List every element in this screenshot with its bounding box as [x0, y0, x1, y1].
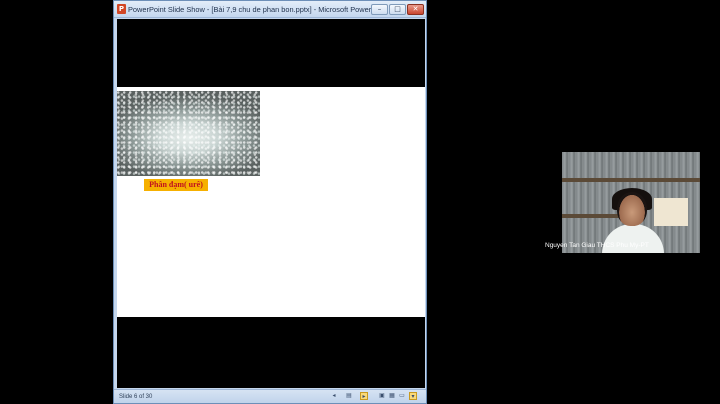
- slideshow-icon[interactable]: ▾: [409, 392, 417, 400]
- webcam-participant-name: Nguyen Tan Giau THCS Phu My-PT: [545, 242, 649, 249]
- shelf: [562, 178, 700, 182]
- status-bar: Slide 6 of 30 ◂ ▤ ▸ ▣ ▦ ▭ ▾: [114, 389, 426, 403]
- close-button[interactable]: ✕: [407, 4, 424, 15]
- urea-granules-photo: [117, 91, 260, 176]
- slide-sorter-icon[interactable]: ▦: [388, 392, 396, 400]
- window-title: PowerPoint Slide Show - [Bài 7,9 chu de …: [128, 5, 372, 14]
- background-box: [654, 198, 688, 226]
- slide-canvas[interactable]: Phân đạm( urê): [117, 87, 425, 317]
- previous-icon[interactable]: ◂: [330, 392, 338, 400]
- slide-counter: Slide 6 of 30: [119, 394, 153, 400]
- pointer-icon[interactable]: ▸: [360, 392, 368, 400]
- slide-caption: Phân đạm( urê): [144, 179, 208, 191]
- powerpoint-app-icon[interactable]: P: [117, 4, 126, 14]
- presenter-face: [617, 192, 647, 226]
- normal-view-icon[interactable]: ▣: [378, 392, 386, 400]
- title-bar[interactable]: P PowerPoint Slide Show - [Bài 7,9 chu d…: [114, 1, 426, 18]
- minimize-button[interactable]: –: [371, 4, 388, 15]
- slideshow-area[interactable]: Phân đạm( urê): [117, 19, 425, 388]
- maximize-button[interactable]: □: [389, 4, 406, 15]
- powerpoint-window: P PowerPoint Slide Show - [Bài 7,9 chu d…: [113, 0, 427, 404]
- notes-icon[interactable]: ▤: [345, 392, 353, 400]
- reading-view-icon[interactable]: ▭: [398, 392, 406, 400]
- webcam-video: [562, 152, 700, 253]
- shelf: [562, 214, 622, 218]
